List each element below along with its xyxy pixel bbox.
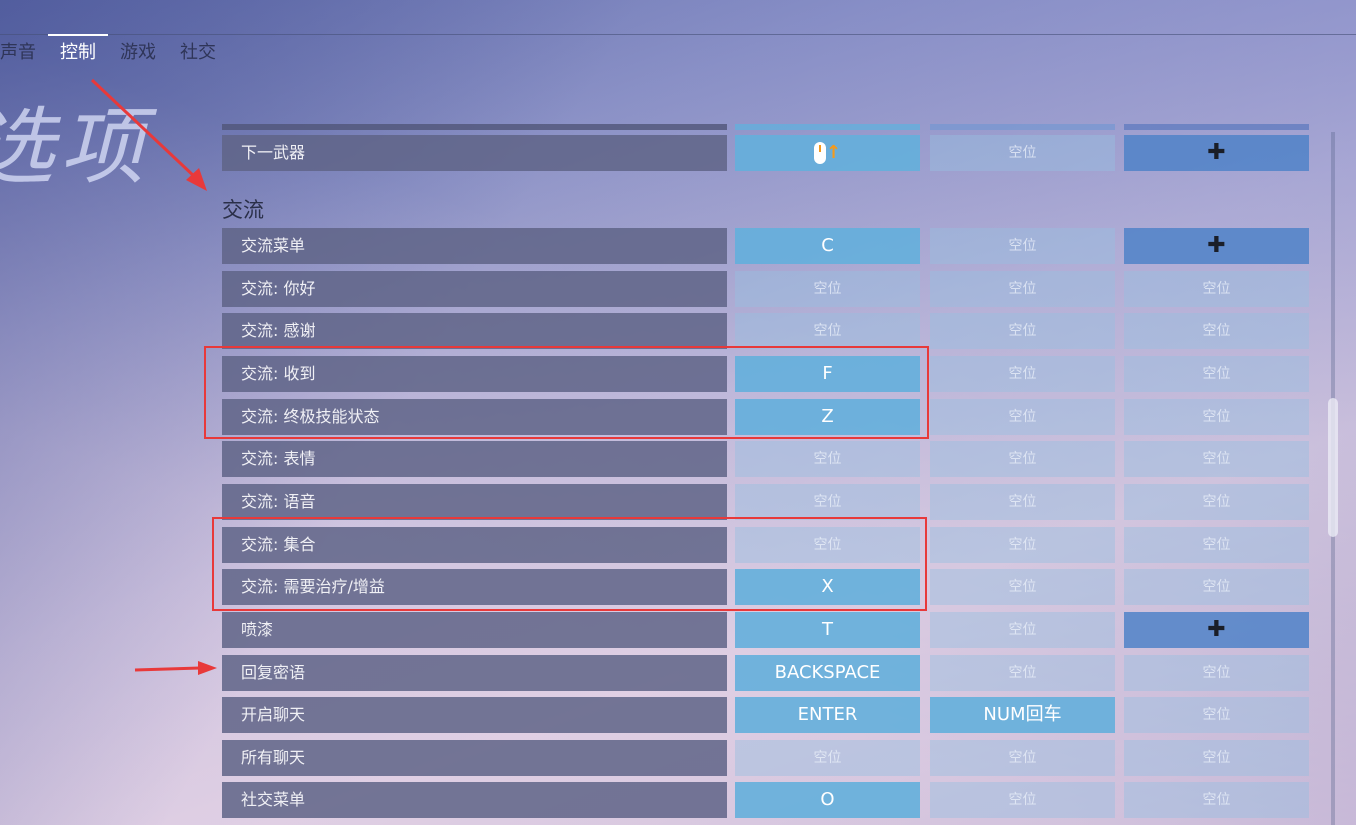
annotation-arrows [90,78,217,675]
arrow-line [134,666,201,672]
arrow-line [90,78,198,180]
arrow-head [198,661,217,675]
